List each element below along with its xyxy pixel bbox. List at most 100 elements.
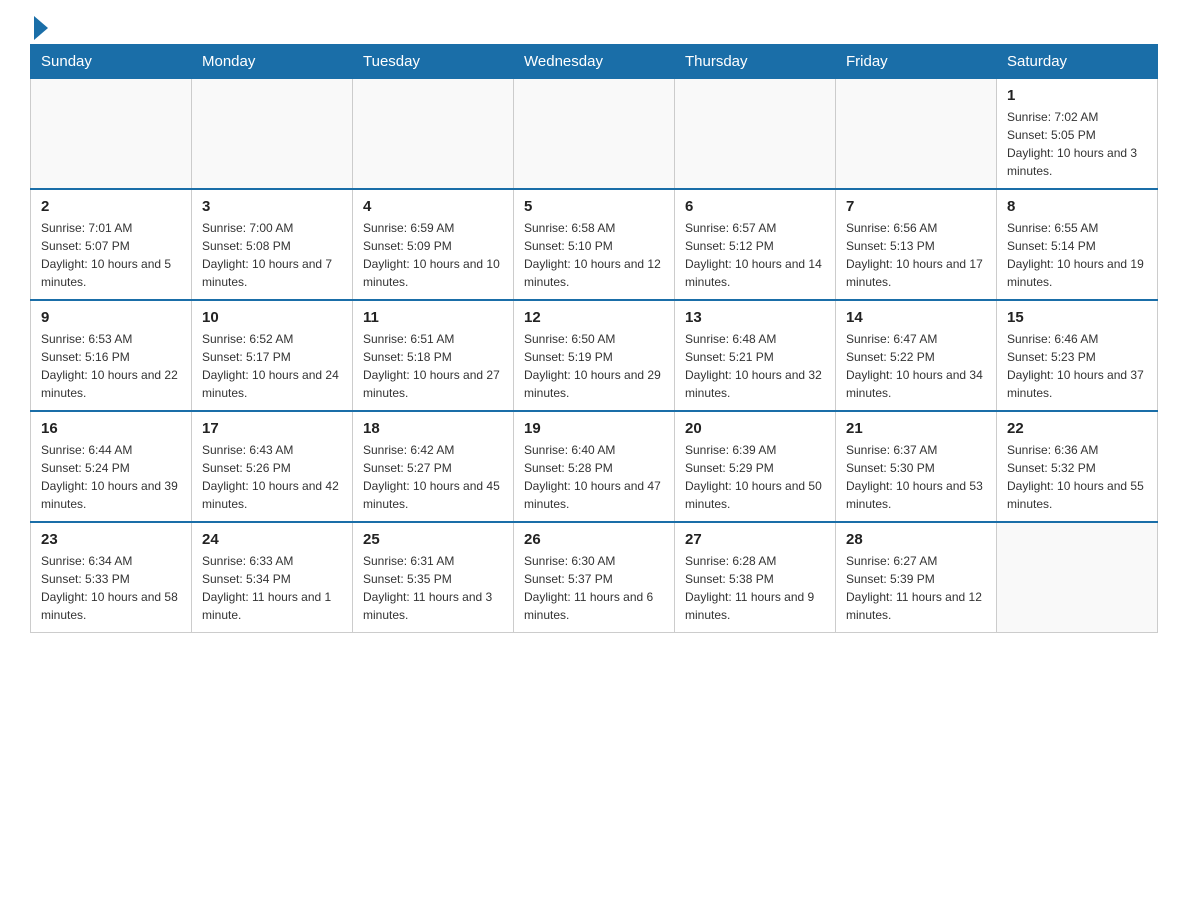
day-info: Sunrise: 6:57 AMSunset: 5:12 PMDaylight:… (685, 219, 825, 291)
calendar-cell: 2Sunrise: 7:01 AMSunset: 5:07 PMDaylight… (31, 189, 192, 300)
day-info: Sunrise: 6:47 AMSunset: 5:22 PMDaylight:… (846, 330, 986, 402)
day-number: 5 (524, 198, 664, 215)
day-number: 7 (846, 198, 986, 215)
logo (30, 20, 48, 34)
calendar-cell: 16 Sunrise: 6:44 AMSunset: 5:24 PMDayligh… (31, 411, 192, 522)
calendar-cell (514, 79, 675, 190)
day-number: 10 (202, 309, 342, 326)
day-number: 26 (524, 531, 664, 548)
day-number: 23 (41, 531, 181, 548)
day-info: Sunrise: 6:46 AMSunset: 5:23 PMDaylight:… (1007, 330, 1147, 402)
day-number: 16 (41, 420, 181, 437)
day-number: 4 (363, 198, 503, 215)
calendar-cell (192, 79, 353, 190)
day-number: 15 (1007, 309, 1147, 326)
calendar-cell: 8 Sunrise: 6:55 AMSunset: 5:14 PMDaylight… (997, 189, 1158, 300)
day-number: 6 (685, 198, 825, 215)
calendar-week-row: 2Sunrise: 7:01 AMSunset: 5:07 PMDaylight… (31, 189, 1158, 300)
weekday-header-tuesday: Tuesday (353, 45, 514, 79)
day-info: Sunrise: 6:59 AMSunset: 5:09 PMDaylight:… (363, 219, 503, 291)
day-number: 20 (685, 420, 825, 437)
day-info: Sunrise: 6:55 AMSunset: 5:14 PMDaylight:… (1007, 219, 1147, 291)
day-info: Sunrise: 6:56 AMSunset: 5:13 PMDaylight:… (846, 219, 986, 291)
calendar-table: SundayMondayTuesdayWednesdayThursdayFrid… (30, 44, 1158, 633)
day-number: 28 (846, 531, 986, 548)
day-info: Sunrise: 7:01 AMSunset: 5:07 PMDaylight:… (41, 219, 181, 291)
day-info: Sunrise: 6:44 AMSunset: 5:24 PMDaylight:… (41, 441, 181, 513)
weekday-header-friday: Friday (836, 45, 997, 79)
weekday-header-saturday: Saturday (997, 45, 1158, 79)
calendar-cell: 7 Sunrise: 6:56 AMSunset: 5:13 PMDaylight… (836, 189, 997, 300)
calendar-week-row: 23 Sunrise: 6:34 AMSunset: 5:33 PMDayligh… (31, 522, 1158, 633)
calendar-cell: 13 Sunrise: 6:48 AMSunset: 5:21 PMDayligh… (675, 300, 836, 411)
day-info: Sunrise: 6:30 AMSunset: 5:37 PMDaylight:… (524, 552, 664, 624)
day-info: Sunrise: 6:34 AMSunset: 5:33 PMDaylight:… (41, 552, 181, 624)
calendar-cell: 1Sunrise: 7:02 AMSunset: 5:05 PMDaylight… (997, 79, 1158, 190)
day-info: Sunrise: 6:39 AMSunset: 5:29 PMDaylight:… (685, 441, 825, 513)
day-info: Sunrise: 6:33 AMSunset: 5:34 PMDaylight:… (202, 552, 342, 624)
day-info: Sunrise: 6:28 AMSunset: 5:38 PMDaylight:… (685, 552, 825, 624)
day-number: 24 (202, 531, 342, 548)
calendar-cell: 20 Sunrise: 6:39 AMSunset: 5:29 PMDayligh… (675, 411, 836, 522)
calendar-cell: 18 Sunrise: 6:42 AMSunset: 5:27 PMDayligh… (353, 411, 514, 522)
calendar-week-row: 9 Sunrise: 6:53 AMSunset: 5:16 PMDaylight… (31, 300, 1158, 411)
calendar-cell: 15 Sunrise: 6:46 AMSunset: 5:23 PMDayligh… (997, 300, 1158, 411)
calendar-cell: 21 Sunrise: 6:37 AMSunset: 5:30 PMDayligh… (836, 411, 997, 522)
day-number: 19 (524, 420, 664, 437)
day-info: Sunrise: 6:27 AMSunset: 5:39 PMDaylight:… (846, 552, 986, 624)
day-number: 9 (41, 309, 181, 326)
calendar-cell: 28 Sunrise: 6:27 AMSunset: 5:39 PMDayligh… (836, 522, 997, 633)
day-info: Sunrise: 6:48 AMSunset: 5:21 PMDaylight:… (685, 330, 825, 402)
calendar-cell: 27 Sunrise: 6:28 AMSunset: 5:38 PMDayligh… (675, 522, 836, 633)
calendar-cell: 9 Sunrise: 6:53 AMSunset: 5:16 PMDaylight… (31, 300, 192, 411)
calendar-cell (31, 79, 192, 190)
calendar-cell (675, 79, 836, 190)
day-number: 3 (202, 198, 342, 215)
day-number: 12 (524, 309, 664, 326)
calendar-cell (997, 522, 1158, 633)
calendar-cell: 19 Sunrise: 6:40 AMSunset: 5:28 PMDayligh… (514, 411, 675, 522)
calendar-cell: 26 Sunrise: 6:30 AMSunset: 5:37 PMDayligh… (514, 522, 675, 633)
day-number: 21 (846, 420, 986, 437)
calendar-cell: 14Sunrise: 6:47 AMSunset: 5:22 PMDayligh… (836, 300, 997, 411)
day-info: Sunrise: 6:50 AMSunset: 5:19 PMDaylight:… (524, 330, 664, 402)
day-number: 25 (363, 531, 503, 548)
weekday-header-monday: Monday (192, 45, 353, 79)
day-number: 17 (202, 420, 342, 437)
day-info: Sunrise: 7:00 AMSunset: 5:08 PMDaylight:… (202, 219, 342, 291)
calendar-week-row: 16 Sunrise: 6:44 AMSunset: 5:24 PMDayligh… (31, 411, 1158, 522)
calendar-cell: 25 Sunrise: 6:31 AMSunset: 5:35 PMDayligh… (353, 522, 514, 633)
calendar-cell: 17 Sunrise: 6:43 AMSunset: 5:26 PMDayligh… (192, 411, 353, 522)
calendar-cell: 12 Sunrise: 6:50 AMSunset: 5:19 PMDayligh… (514, 300, 675, 411)
weekday-header-row: SundayMondayTuesdayWednesdayThursdayFrid… (31, 45, 1158, 79)
calendar-week-row: 1Sunrise: 7:02 AMSunset: 5:05 PMDaylight… (31, 79, 1158, 190)
calendar-cell (836, 79, 997, 190)
weekday-header-thursday: Thursday (675, 45, 836, 79)
day-number: 13 (685, 309, 825, 326)
day-number: 8 (1007, 198, 1147, 215)
day-number: 1 (1007, 87, 1147, 104)
day-number: 27 (685, 531, 825, 548)
calendar-cell: 10 Sunrise: 6:52 AMSunset: 5:17 PMDayligh… (192, 300, 353, 411)
day-info: Sunrise: 6:52 AMSunset: 5:17 PMDaylight:… (202, 330, 342, 402)
day-info: Sunrise: 6:43 AMSunset: 5:26 PMDaylight:… (202, 441, 342, 513)
day-info: Sunrise: 6:51 AMSunset: 5:18 PMDaylight:… (363, 330, 503, 402)
day-info: Sunrise: 6:42 AMSunset: 5:27 PMDaylight:… (363, 441, 503, 513)
day-number: 11 (363, 309, 503, 326)
weekday-header-sunday: Sunday (31, 45, 192, 79)
day-info: Sunrise: 6:40 AMSunset: 5:28 PMDaylight:… (524, 441, 664, 513)
calendar-cell: 24 Sunrise: 6:33 AMSunset: 5:34 PMDayligh… (192, 522, 353, 633)
calendar-cell: 22Sunrise: 6:36 AMSunset: 5:32 PMDayligh… (997, 411, 1158, 522)
calendar-cell: 3 Sunrise: 7:00 AMSunset: 5:08 PMDaylight… (192, 189, 353, 300)
day-number: 22 (1007, 420, 1147, 437)
logo-arrow-icon (34, 16, 48, 40)
weekday-header-wednesday: Wednesday (514, 45, 675, 79)
page-header (30, 20, 1158, 34)
day-info: Sunrise: 6:37 AMSunset: 5:30 PMDaylight:… (846, 441, 986, 513)
calendar-cell (353, 79, 514, 190)
day-info: Sunrise: 6:53 AMSunset: 5:16 PMDaylight:… (41, 330, 181, 402)
calendar-cell: 5Sunrise: 6:58 AMSunset: 5:10 PMDaylight… (514, 189, 675, 300)
day-number: 18 (363, 420, 503, 437)
calendar-cell: 4 Sunrise: 6:59 AMSunset: 5:09 PMDaylight… (353, 189, 514, 300)
day-info: Sunrise: 6:31 AMSunset: 5:35 PMDaylight:… (363, 552, 503, 624)
